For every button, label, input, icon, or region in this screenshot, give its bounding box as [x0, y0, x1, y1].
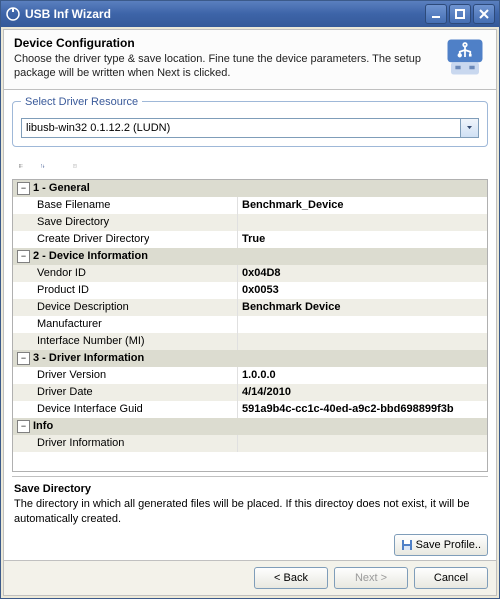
driver-resource-legend: Select Driver Resource — [21, 96, 142, 108]
property-value[interactable]: Benchmark_Device — [238, 199, 487, 211]
property-row[interactable]: Save Directory — [13, 214, 487, 231]
svg-text:Z: Z — [41, 166, 42, 168]
property-name: Save Directory — [17, 216, 109, 228]
help-title: Save Directory — [14, 483, 486, 495]
property-value[interactable]: 0x0053 — [238, 284, 487, 296]
property-name: Driver Version — [17, 369, 106, 381]
cancel-button[interactable]: Cancel — [414, 567, 488, 589]
alphabetical-view-button[interactable]: AZ — [34, 157, 52, 175]
property-value[interactable]: 4/14/2010 — [238, 386, 487, 398]
window-root: USB Inf Wizard Device Configuration Choo… — [0, 0, 500, 599]
property-name: Device Description — [17, 301, 129, 313]
minimize-button[interactable] — [425, 4, 447, 24]
help-description: The directory in which all generated fil… — [14, 497, 486, 526]
property-name: Vendor ID — [17, 267, 86, 279]
property-row[interactable]: Product ID 0x0053 — [13, 282, 487, 299]
back-button[interactable]: < Back — [254, 567, 328, 589]
section-title: 3 - Driver Information — [33, 352, 144, 364]
disk-icon — [401, 539, 413, 551]
property-name: Create Driver Directory — [17, 233, 149, 245]
section-title: 1 - General — [33, 182, 90, 194]
collapse-icon[interactable]: − — [17, 250, 30, 263]
property-row[interactable]: Driver Information — [13, 435, 487, 452]
driver-resource-group: Select Driver Resource — [12, 96, 488, 147]
save-profile-button[interactable]: Save Profile.. — [394, 534, 488, 556]
app-icon — [5, 6, 21, 22]
categorized-view-button[interactable] — [12, 157, 30, 175]
property-grid[interactable]: −1 - GeneralBase FilenameBenchmark_Devic… — [12, 179, 488, 473]
property-toolbar: AZ — [12, 157, 488, 175]
wizard-button-row: < Back Next > Cancel — [4, 560, 496, 595]
window-title: USB Inf Wizard — [25, 7, 425, 21]
section-title: Info — [33, 420, 53, 432]
property-section-header[interactable]: −1 - General — [13, 180, 487, 197]
property-value[interactable]: 0x04D8 — [238, 267, 487, 279]
property-pages-button[interactable] — [66, 157, 84, 175]
collapse-icon[interactable]: − — [17, 352, 30, 365]
property-row[interactable]: Driver Version 1.0.0.0 — [13, 367, 487, 384]
property-row[interactable]: Create Driver Directory True — [13, 231, 487, 248]
property-name: Interface Number (MI) — [17, 335, 145, 347]
property-name: Manufacturer — [17, 318, 102, 330]
driver-resource-dropdown[interactable] — [461, 118, 479, 138]
usb-icon — [444, 36, 486, 78]
section-title: 2 - Device Information — [33, 250, 148, 262]
collapse-icon[interactable]: − — [17, 182, 30, 195]
save-profile-label: Save Profile.. — [416, 539, 481, 551]
property-name: Driver Date — [17, 386, 93, 398]
help-pane: Save Directory The directory in which al… — [12, 476, 488, 528]
driver-resource-combo[interactable] — [21, 118, 461, 138]
property-row[interactable]: Device Description Benchmark Device — [13, 299, 487, 316]
property-row[interactable]: Driver Date 4/14/2010 — [13, 384, 487, 401]
page-description: Choose the driver type & save location. … — [14, 52, 436, 81]
maximize-button[interactable] — [449, 4, 471, 24]
page-title: Device Configuration — [14, 36, 436, 50]
titlebar[interactable]: USB Inf Wizard — [1, 1, 499, 27]
property-name: Base Filename — [17, 199, 110, 211]
property-row[interactable]: Vendor ID 0x04D8 — [13, 265, 487, 282]
property-value[interactable]: 591a9b4c-cc1c-40ed-a9c2-bbd698899f3b — [238, 403, 487, 415]
property-name: Product ID — [17, 284, 89, 296]
content-area: Device Configuration Choose the driver t… — [3, 29, 497, 596]
property-row[interactable]: Base Filename Benchmark_Device — [13, 197, 487, 214]
property-value[interactable]: True — [238, 233, 487, 245]
property-row[interactable]: Interface Number (MI) — [13, 333, 487, 350]
property-section-header[interactable]: −3 - Driver Information — [13, 350, 487, 367]
svg-text:A: A — [41, 163, 43, 166]
property-name: Device Interface Guid — [17, 403, 143, 415]
close-button[interactable] — [473, 4, 495, 24]
property-value[interactable]: 1.0.0.0 — [238, 369, 487, 381]
property-section-header[interactable]: −2 - Device Information — [13, 248, 487, 265]
property-row[interactable]: Device Interface Guid 591a9b4c-cc1c-40ed-… — [13, 401, 487, 418]
property-value[interactable]: Benchmark Device — [238, 301, 487, 313]
next-button: Next > — [334, 567, 408, 589]
property-section-header[interactable]: −Info — [13, 418, 487, 435]
property-name: Driver Information — [17, 437, 124, 449]
header-pane: Device Configuration Choose the driver t… — [4, 30, 496, 90]
collapse-icon[interactable]: − — [17, 420, 30, 433]
property-row[interactable]: Manufacturer — [13, 316, 487, 333]
